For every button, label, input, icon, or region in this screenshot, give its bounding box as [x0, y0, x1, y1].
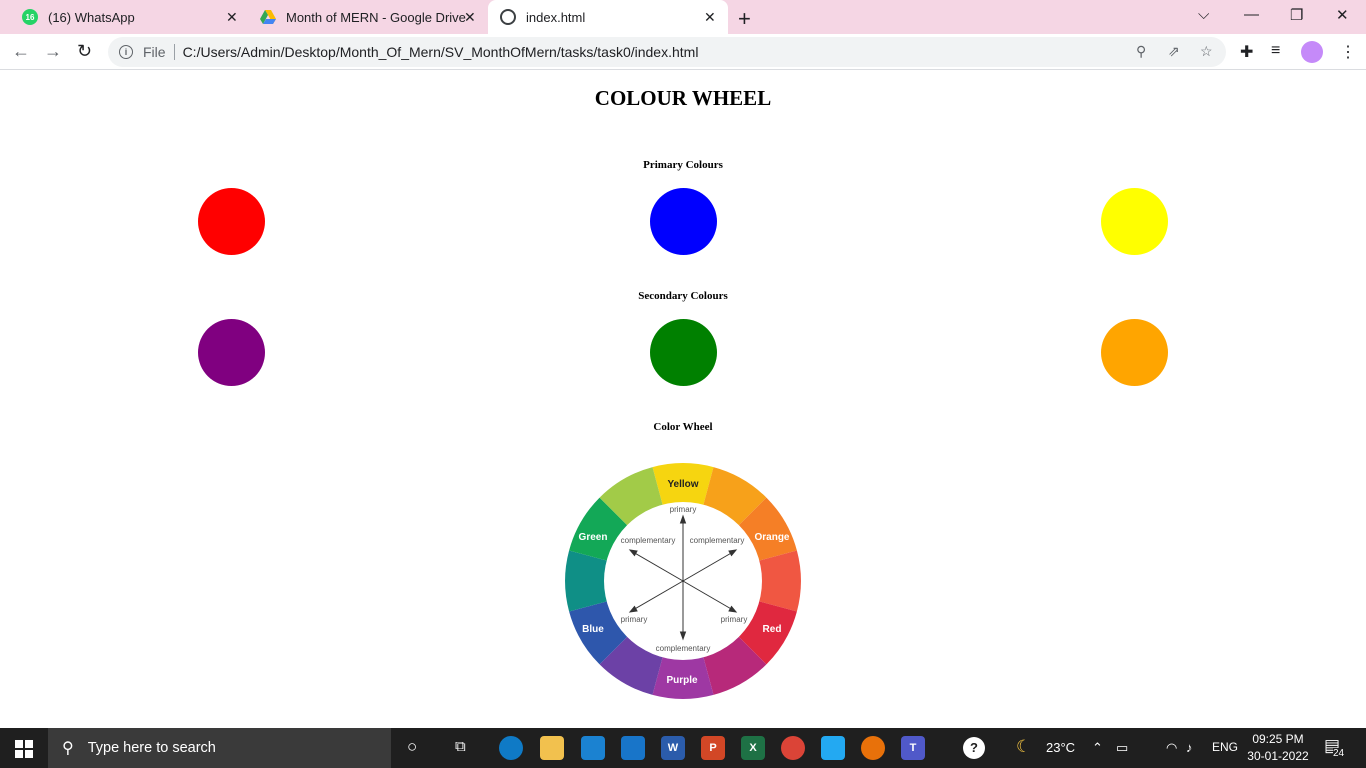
close-icon[interactable]: ✕	[464, 9, 476, 26]
tab-google-drive[interactable]: Month of MERN - Google Drive ✕	[250, 0, 486, 34]
wheel-label-purple: Purple	[666, 675, 698, 686]
reload-icon[interactable]: ↻	[77, 41, 92, 62]
battery-icon[interactable]: ▭	[1116, 740, 1128, 756]
window-close-icon[interactable]: ✕	[1336, 6, 1349, 24]
task-view-icon[interactable]: ⧉	[455, 738, 466, 755]
tab-title: (16) WhatsApp	[48, 9, 135, 25]
mail-icon[interactable]	[621, 736, 645, 760]
share-icon[interactable]: ⇗	[1168, 43, 1180, 60]
bookmark-star-icon[interactable]: ☆	[1200, 43, 1213, 60]
scheme-label: File	[143, 44, 166, 60]
secondary-swatch-purple	[198, 319, 265, 386]
tab-strip: 16 (16) WhatsApp ✕ Month of MERN - Googl…	[0, 0, 1366, 34]
show-hidden-icons[interactable]: ⌃	[1092, 740, 1103, 756]
wheel-label-green: Green	[579, 532, 608, 543]
page-content: COLOUR WHEEL Primary Colours Secondary C…	[0, 71, 1366, 728]
google-drive-icon	[260, 9, 276, 25]
help-icon[interactable]: ?	[963, 737, 985, 759]
whatsapp-icon: 16	[22, 9, 38, 25]
inner-label-complementary-right: complementary	[690, 536, 745, 545]
restore-icon[interactable]: ❐	[1290, 6, 1303, 24]
browser-toolbar: ← → ↻ i File C:/Users/Admin/Desktop/Mont…	[0, 34, 1366, 70]
tab-title: Month of MERN - Google Drive	[286, 9, 466, 25]
new-tab-icon[interactable]: +	[738, 6, 751, 32]
wheel-label-red: Red	[763, 624, 782, 635]
secondary-heading: Secondary Colours	[638, 290, 728, 302]
primary-swatch-blue	[650, 188, 717, 255]
volume-icon[interactable]: ♪	[1186, 740, 1193, 755]
back-icon[interactable]: ←	[12, 41, 30, 62]
url-text[interactable]: C:/Users/Admin/Desktop/Month_Of_Mern/SV_…	[183, 44, 699, 60]
forward-icon[interactable]: →	[44, 41, 62, 62]
address-bar[interactable]: i File C:/Users/Admin/Desktop/Month_Of_M…	[108, 37, 1226, 67]
close-icon[interactable]: ✕	[226, 9, 238, 26]
weather-temp[interactable]: 23°C	[1046, 740, 1075, 755]
chrome-icon[interactable]	[781, 736, 805, 760]
windows-taskbar: ⚲ Type here to search ○ ⧉ W P X T ? ☾ 23…	[0, 728, 1366, 768]
clock-date: 30-01-2022	[1247, 749, 1309, 763]
wheel-heading: Color Wheel	[653, 421, 713, 433]
clock-time: 09:25 PM	[1252, 732, 1304, 746]
system-clock[interactable]: 09:25 PM 30-01-2022	[1240, 731, 1316, 765]
tab-search-icon[interactable]: ⌵	[1198, 6, 1209, 23]
media-queue-icon[interactable]: ≡	[1271, 42, 1280, 60]
menu-icon[interactable]: ⋮	[1340, 42, 1356, 62]
inner-label-primary-right: primary	[721, 615, 748, 624]
file-explorer-icon[interactable]	[540, 736, 564, 760]
tab-title: index.html	[526, 9, 586, 25]
secondary-swatch-green	[650, 319, 717, 386]
edge-icon[interactable]	[499, 736, 523, 760]
info-icon[interactable]: i	[119, 45, 133, 59]
divider	[173, 44, 175, 60]
minimize-icon[interactable]: —	[1244, 6, 1259, 23]
secondary-swatch-orange	[1101, 319, 1168, 386]
search-placeholder: Type here to search	[87, 740, 216, 756]
profile-avatar[interactable]	[1301, 41, 1323, 63]
language-indicator[interactable]: ENG	[1212, 740, 1238, 754]
powerpoint-icon[interactable]: P	[701, 736, 725, 760]
primary-swatch-red	[198, 188, 265, 255]
weather-moon-icon[interactable]: ☾	[1016, 737, 1031, 757]
microsoft-store-icon[interactable]	[581, 736, 605, 760]
wheel-label-orange: Orange	[754, 532, 789, 543]
close-icon[interactable]: ✕	[704, 9, 716, 26]
extensions-icon[interactable]: ✚	[1240, 42, 1253, 62]
primary-swatch-yellow	[1101, 188, 1168, 255]
tab-index-html[interactable]: index.html ✕	[488, 0, 728, 34]
primary-heading: Primary Colours	[643, 159, 723, 171]
search-icon: ⚲	[62, 740, 74, 757]
vscode-icon[interactable]	[821, 736, 845, 760]
inner-label-complementary-left: complementary	[621, 536, 676, 545]
wifi-icon[interactable]: ◠	[1166, 740, 1177, 756]
teams-icon[interactable]: T	[901, 736, 925, 760]
wheel-label-yellow: Yellow	[667, 479, 698, 490]
word-icon[interactable]: W	[661, 736, 685, 760]
notification-count: 24	[1333, 748, 1345, 759]
globe-icon	[500, 9, 516, 25]
cortana-icon[interactable]: ○	[407, 737, 417, 757]
page-title: COLOUR WHEEL	[594, 86, 772, 110]
wheel-label-blue: Blue	[582, 624, 604, 635]
windows-start-icon[interactable]	[15, 740, 33, 758]
tab-whatsapp[interactable]: 16 (16) WhatsApp ✕	[12, 0, 248, 34]
inner-label-primary-left: primary	[621, 615, 648, 624]
color-wheel-image: Yellow Orange Red Purple Blue Green prim…	[565, 463, 801, 699]
inner-label-complementary-bottom: complementary	[656, 644, 711, 653]
taskbar-search-box[interactable]: ⚲ Type here to search	[48, 728, 391, 768]
excel-icon[interactable]: X	[741, 736, 765, 760]
zoom-icon[interactable]: ⚲	[1136, 43, 1146, 60]
inner-label-primary-top: primary	[670, 505, 697, 514]
chrome-profile-icon[interactable]	[861, 736, 885, 760]
